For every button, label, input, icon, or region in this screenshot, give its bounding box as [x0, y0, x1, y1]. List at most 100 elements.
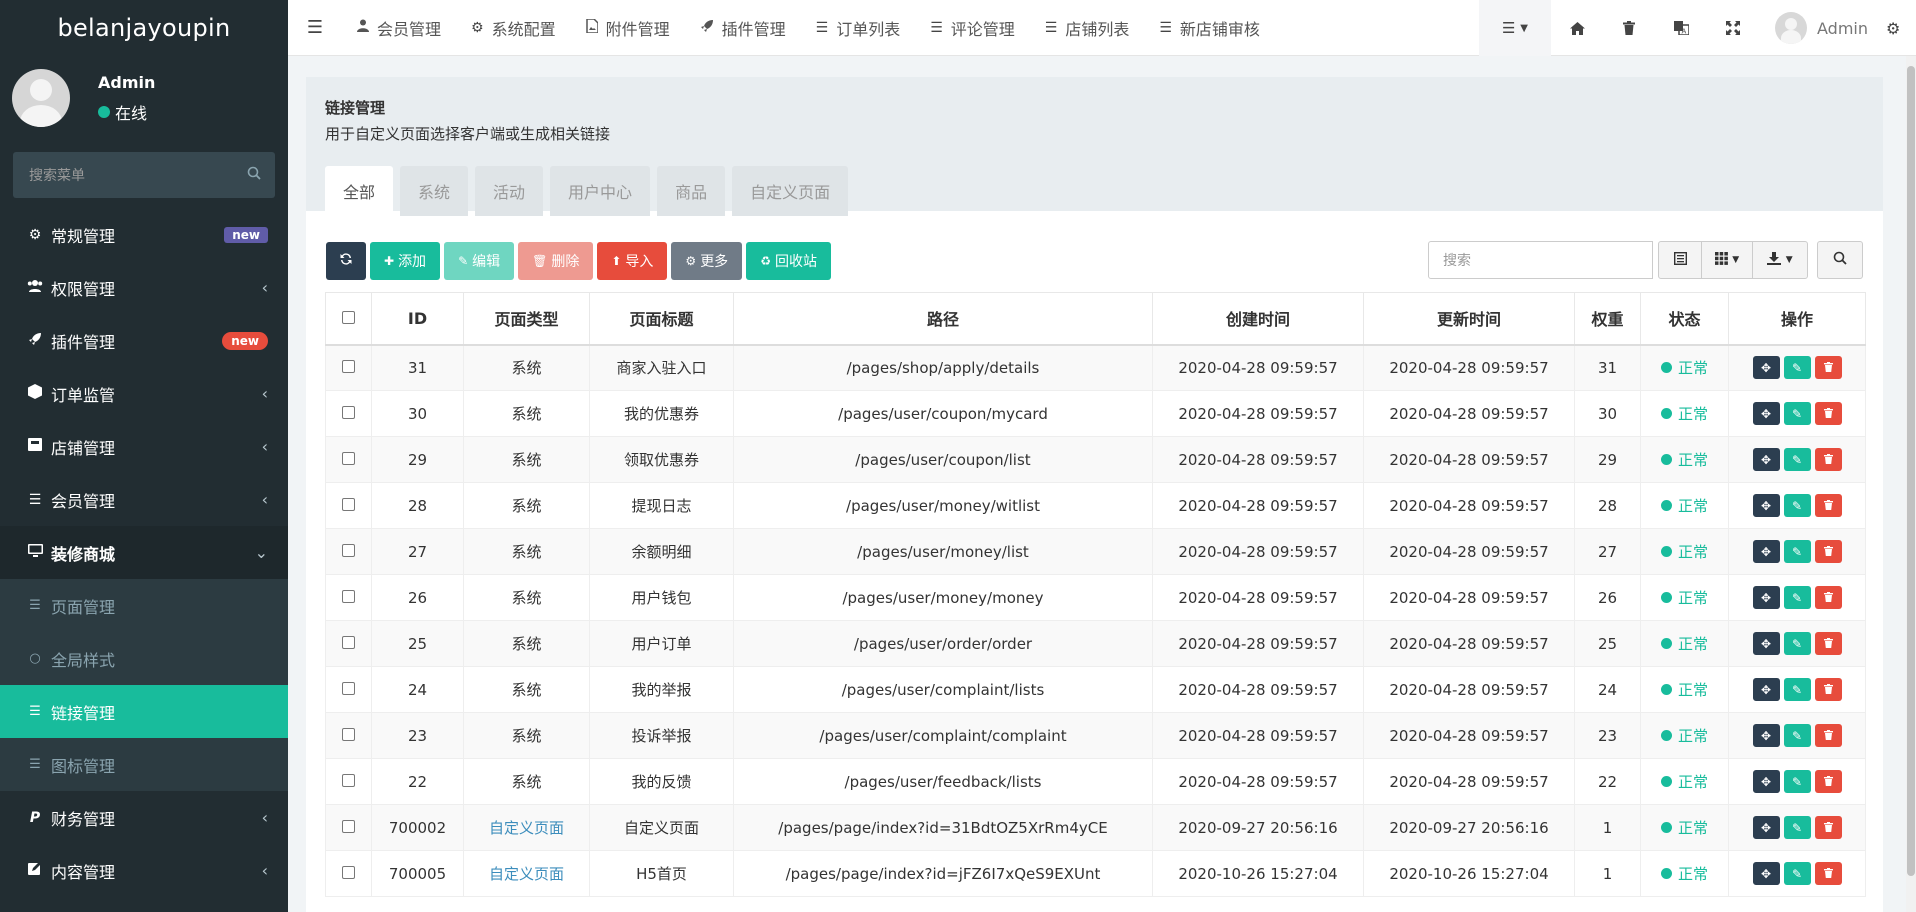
- drag-sort-button[interactable]: ✥: [1752, 770, 1780, 793]
- drag-sort-button[interactable]: ✥: [1752, 724, 1780, 747]
- table-row[interactable]: 31 系统 商家入驻入口/pages/shop/apply/details 2020-…: [325, 344, 1866, 391]
- table-row[interactable]: 23 系统 投诉举报/pages/user/complaint/complaint 2…: [325, 712, 1866, 759]
- sidebar-subitem-global-style[interactable]: ○ 全局样式: [0, 632, 288, 685]
- nav-store-review[interactable]: ☰ 新店铺审核: [1144, 0, 1275, 56]
- col-header[interactable]: ID: [371, 292, 464, 346]
- drag-sort-button[interactable]: ✥: [1752, 816, 1780, 839]
- drag-sort-button[interactable]: ✥: [1752, 586, 1780, 609]
- page-scrollbar[interactable]: [1906, 56, 1916, 912]
- row-edit-button[interactable]: ✎: [1783, 356, 1811, 380]
- drag-sort-button[interactable]: ✥: [1752, 402, 1780, 425]
- col-header[interactable]: 创建时间: [1152, 292, 1364, 346]
- row-delete-button[interactable]: [1814, 816, 1842, 839]
- drag-sort-button[interactable]: ✥: [1752, 862, 1780, 885]
- col-header[interactable]: 状态: [1640, 292, 1729, 346]
- select-all-checkbox[interactable]: [342, 310, 355, 324]
- nav-orders[interactable]: ☰ 订单列表: [801, 0, 916, 56]
- row-edit-button[interactable]: ✎: [1783, 494, 1811, 517]
- col-header[interactable]: 页面类型: [463, 292, 590, 346]
- row-edit-button[interactable]: ✎: [1783, 770, 1811, 793]
- page-type[interactable]: 自定义页面: [489, 865, 564, 883]
- drag-sort-button[interactable]: ✥: [1752, 678, 1780, 701]
- row-edit-button[interactable]: ✎: [1783, 724, 1811, 747]
- toggle-view-button[interactable]: [1658, 241, 1702, 279]
- sidebar-item-content[interactable]: 内容管理 ‹: [0, 844, 288, 897]
- row-checkbox[interactable]: [342, 727, 355, 741]
- tab-system[interactable]: 系统: [400, 166, 469, 216]
- tab-custom-page[interactable]: 自定义页面: [732, 166, 849, 216]
- row-checkbox[interactable]: [342, 405, 355, 419]
- table-row[interactable]: 26 系统 用户钱包/pages/user/money/money 2020-04-2…: [325, 574, 1866, 621]
- drag-sort-button[interactable]: ✥: [1752, 356, 1780, 380]
- drag-sort-button[interactable]: ✥: [1752, 494, 1780, 517]
- table-row[interactable]: 27 系统 余额明细/pages/user/money/list 2020-04-28…: [325, 528, 1866, 575]
- refresh-button[interactable]: [326, 242, 366, 280]
- row-checkbox[interactable]: [342, 865, 355, 879]
- settings-gear-icon[interactable]: ⚙: [1886, 0, 1916, 56]
- row-checkbox[interactable]: [342, 359, 355, 373]
- sidebar-item-finance[interactable]: P 财务管理 ‹: [0, 791, 288, 844]
- menu-dropdown-toggle[interactable]: ☰ ▼: [1479, 0, 1551, 56]
- nav-comments[interactable]: ☰ 评论管理: [915, 0, 1030, 56]
- sidebar-item-orders[interactable]: 订单监管 ‹: [0, 367, 288, 420]
- table-row[interactable]: 29 系统 领取优惠券/pages/user/coupon/list 2020-04-…: [325, 436, 1866, 483]
- row-delete-button[interactable]: [1814, 586, 1842, 609]
- sidebar-subitem-pages[interactable]: ☰ 页面管理: [0, 579, 288, 632]
- tab-user-center[interactable]: 用户中心: [550, 166, 651, 216]
- import-button[interactable]: ⬆ 导入: [597, 242, 668, 280]
- fullscreen-icon[interactable]: [1707, 0, 1759, 56]
- search-button[interactable]: [1817, 241, 1863, 279]
- table-row[interactable]: 28 系统 提现日志/pages/user/money/witlist 2020-04…: [325, 482, 1866, 529]
- sidebar-item-permission[interactable]: 权限管理 ‹: [0, 261, 288, 314]
- table-row[interactable]: 700002 自定义页面 自定义页面/pages/page/index?id=31B…: [325, 804, 1866, 851]
- logo[interactable]: belanjayoupin: [0, 0, 288, 56]
- columns-dropdown-button[interactable]: ▼: [1701, 241, 1753, 279]
- col-header[interactable]: 权重: [1574, 292, 1641, 346]
- nav-members[interactable]: 会员管理: [342, 0, 456, 56]
- export-dropdown-button[interactable]: ▼: [1752, 241, 1808, 279]
- nav-attachments[interactable]: 附件管理: [571, 0, 685, 56]
- drag-sort-button[interactable]: ✥: [1752, 632, 1780, 655]
- row-delete-button[interactable]: [1814, 494, 1842, 517]
- menu-search-input[interactable]: 搜索菜单: [13, 152, 275, 198]
- row-checkbox[interactable]: [342, 773, 355, 787]
- recycle-bin-button[interactable]: ♻ 回收站: [746, 242, 831, 280]
- delete-button[interactable]: 🗑 删除: [518, 242, 594, 280]
- row-edit-button[interactable]: ✎: [1783, 448, 1811, 471]
- table-row[interactable]: 22 系统 我的反馈/pages/user/feedback/lists 2020-0…: [325, 758, 1866, 805]
- row-delete-button[interactable]: [1814, 770, 1842, 793]
- sidebar-subitem-links[interactable]: ☰ 链接管理: [0, 685, 288, 738]
- tab-all[interactable]: 全部: [325, 166, 394, 216]
- row-checkbox[interactable]: [342, 635, 355, 649]
- table-row[interactable]: 24 系统 我的举报/pages/user/complaint/lists 2020-…: [325, 666, 1866, 713]
- edit-button[interactable]: ✎ 编辑: [444, 242, 515, 280]
- row-checkbox[interactable]: [342, 451, 355, 465]
- row-delete-button[interactable]: [1814, 632, 1842, 655]
- row-delete-button[interactable]: [1814, 448, 1842, 471]
- scrollbar-thumb[interactable]: [1907, 66, 1915, 876]
- row-checkbox[interactable]: [342, 819, 355, 833]
- nav-plugins[interactable]: 插件管理: [685, 0, 801, 56]
- sidebar-item-general[interactable]: ⚙ 常规管理 new: [0, 208, 288, 261]
- sidebar-toggle-icon[interactable]: ☰: [288, 17, 342, 38]
- home-icon[interactable]: [1551, 0, 1603, 56]
- sidebar-item-decoration[interactable]: 装修商城 ⌄: [0, 526, 288, 579]
- row-edit-button[interactable]: ✎: [1783, 632, 1811, 655]
- more-button[interactable]: ⚙ 更多: [671, 242, 743, 280]
- row-edit-button[interactable]: ✎: [1783, 402, 1811, 425]
- row-checkbox[interactable]: [342, 497, 355, 511]
- row-delete-button[interactable]: [1814, 862, 1842, 885]
- col-header[interactable]: 更新时间: [1363, 292, 1575, 346]
- nav-stores[interactable]: ☰ 店铺列表: [1030, 0, 1145, 56]
- table-search-input[interactable]: 搜索: [1428, 241, 1653, 279]
- sidebar-item-stores[interactable]: 店铺管理 ‹: [0, 420, 288, 473]
- row-delete-button[interactable]: [1814, 402, 1842, 425]
- row-delete-button[interactable]: [1814, 356, 1842, 380]
- sidebar-item-plugins[interactable]: 插件管理 new: [0, 314, 288, 367]
- search-icon[interactable]: [247, 166, 261, 184]
- user-menu[interactable]: Admin: [1759, 0, 1886, 56]
- row-delete-button[interactable]: [1814, 678, 1842, 701]
- drag-sort-button[interactable]: ✥: [1752, 540, 1780, 563]
- row-edit-button[interactable]: ✎: [1783, 678, 1811, 701]
- add-button[interactable]: ✚ 添加: [370, 242, 441, 280]
